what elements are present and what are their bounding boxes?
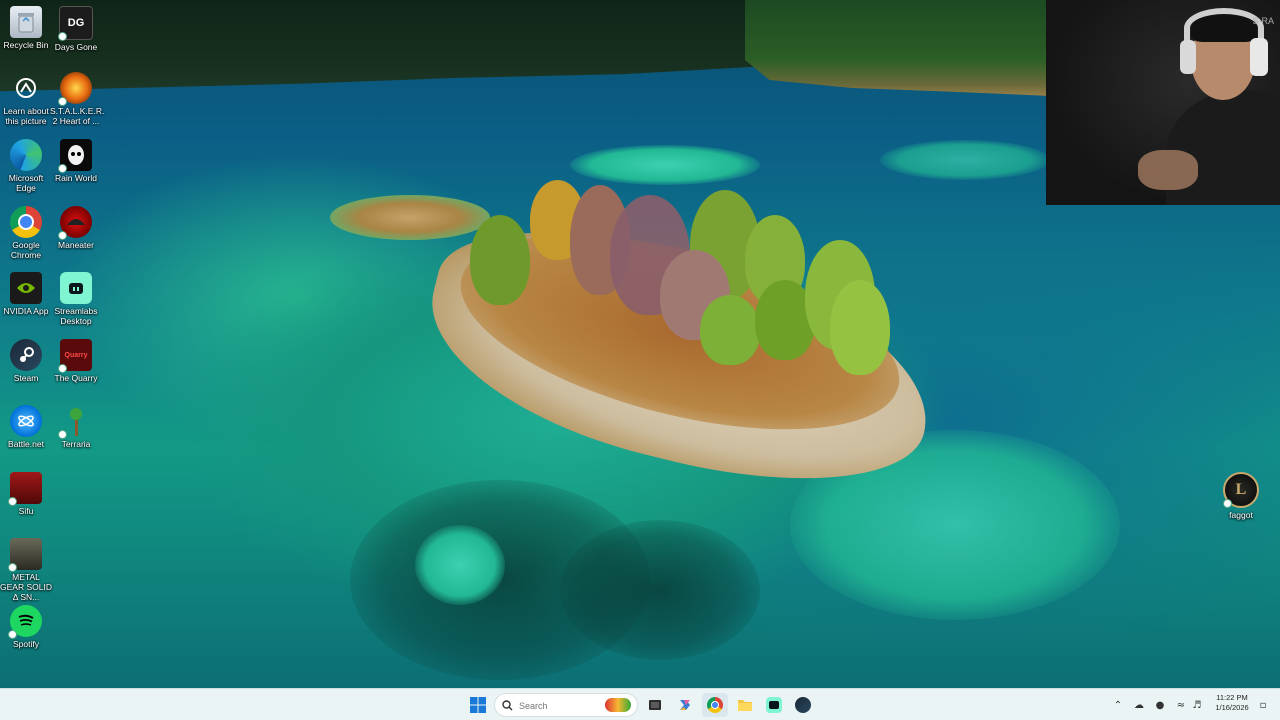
desktop-icon-microsoft-edge[interactable]: Microsoft Edge [0, 139, 52, 193]
desktop-icon-rain-world[interactable]: Rain World [50, 139, 102, 183]
desktop-icon-battlenet[interactable]: Battle.net [0, 405, 52, 449]
stalker-icon [58, 72, 92, 106]
onedrive-tray-icon[interactable]: ☁ [1132, 697, 1146, 713]
task-view-icon [649, 700, 661, 710]
desktop-icon-learn-about-picture[interactable]: Learn about this picture [0, 72, 52, 126]
desktop-icon-streamlabs[interactable]: Streamlabs Desktop [50, 272, 102, 326]
rain-world-icon [58, 139, 92, 173]
file-explorer-icon [738, 700, 752, 711]
wallpaper-forest-right [745, 0, 1050, 96]
desktop-icon-sifu[interactable]: Sifu [0, 472, 52, 516]
webcam-overlay: S·RA [1046, 0, 1280, 205]
steam-icon [10, 339, 42, 371]
wallpaper-forest-left [0, 0, 760, 92]
desktop-icon-league-of-legends[interactable]: L faggot [1215, 472, 1267, 520]
desktop-icon-terraria[interactable]: Terraria [50, 405, 102, 449]
wallpaper-shoal [880, 140, 1050, 180]
wallpaper-shoal [570, 145, 760, 185]
spotify-icon [8, 605, 42, 639]
chrome-icon [10, 206, 42, 238]
desktop-icon-stalker[interactable]: S.T.A.L.K.E.R. 2 Heart of ... [50, 72, 104, 126]
copilot-icon [680, 700, 690, 710]
desktop-icon-days-gone[interactable]: DG Days Gone [50, 6, 102, 52]
edge-icon [10, 139, 42, 171]
clock-time: 11:22 PM [1216, 693, 1248, 702]
wallpaper-underwater-shadow [560, 520, 760, 660]
days-gone-icon: DG [58, 6, 93, 41]
taskbar-clock[interactable]: 11:22 PM 1/16/2026 [1210, 693, 1254, 713]
battlenet-icon [10, 405, 42, 437]
streamlabs-icon [60, 272, 92, 304]
wallpaper-shoal [415, 525, 505, 605]
wallpaper-tree [700, 295, 760, 365]
taskbar: ⌃ ☁ ● ≈ ♬ 11:22 PM 1/16/2026 ▫ [0, 688, 1280, 720]
webcam-headset-ear-left [1180, 40, 1196, 74]
desktop-icon-metal-gear-solid[interactable]: METAL GEAR SOLID Δ SN... [0, 538, 52, 602]
search-icon [502, 700, 513, 711]
microphone-tray-icon[interactable]: ● [1153, 697, 1167, 713]
wallpaper-tree [470, 215, 530, 305]
search-input[interactable] [517, 697, 601, 715]
start-button[interactable] [465, 693, 491, 717]
taskbar-chrome-button[interactable] [702, 693, 728, 717]
taskbar-file-explorer-button[interactable] [732, 693, 758, 717]
windows-start-icon [470, 697, 486, 713]
volume-icon[interactable]: ♬ [1190, 697, 1204, 713]
wifi-icon[interactable]: ≈ [1174, 697, 1188, 713]
sifu-icon [8, 472, 42, 506]
clock-date: 1/16/2026 [1215, 703, 1249, 712]
desktop-icon-google-chrome[interactable]: Google Chrome [0, 206, 52, 260]
desktop-icon-the-quarry[interactable]: Quarry The Quarry [50, 339, 102, 383]
chrome-icon [707, 697, 723, 713]
desktop-icon-maneater[interactable]: Maneater [50, 206, 102, 250]
learn-picture-icon [10, 72, 42, 104]
desktop-icon-recycle-bin[interactable]: Recycle Bin [0, 6, 52, 50]
webcam-watermark: S·RA [1252, 16, 1274, 26]
taskbar-steam-button[interactable] [790, 693, 816, 717]
search-highlight-icon [605, 698, 631, 712]
copilot-button[interactable] [672, 693, 698, 717]
terraria-icon [58, 405, 92, 439]
the-quarry-icon: Quarry [58, 339, 92, 373]
wallpaper-islet [330, 195, 490, 240]
taskbar-search-box[interactable] [494, 693, 638, 717]
league-of-legends-icon: L [1223, 472, 1259, 508]
maneater-icon [58, 206, 92, 240]
desktop-icon-nvidia-app[interactable]: NVIDIA App [0, 272, 52, 316]
desktop-icon-spotify[interactable]: Spotify [0, 605, 52, 649]
recycle-bin-icon [10, 6, 42, 38]
desktop-icon-steam[interactable]: Steam [0, 339, 52, 383]
nvidia-icon [10, 272, 42, 304]
show-hidden-icons-chevron-icon[interactable]: ⌃ [1111, 697, 1125, 713]
webcam-headset-ear-right [1250, 38, 1268, 76]
taskbar-streamlabs-button[interactable] [761, 693, 787, 717]
streamlabs-icon [766, 697, 782, 713]
task-view-button[interactable] [642, 693, 668, 717]
wallpaper-tree [830, 280, 890, 375]
notification-bell-icon[interactable]: ▫ [1256, 697, 1270, 713]
steam-icon [795, 697, 811, 713]
metal-gear-icon [8, 538, 42, 572]
webcam-person-hand [1138, 150, 1198, 190]
